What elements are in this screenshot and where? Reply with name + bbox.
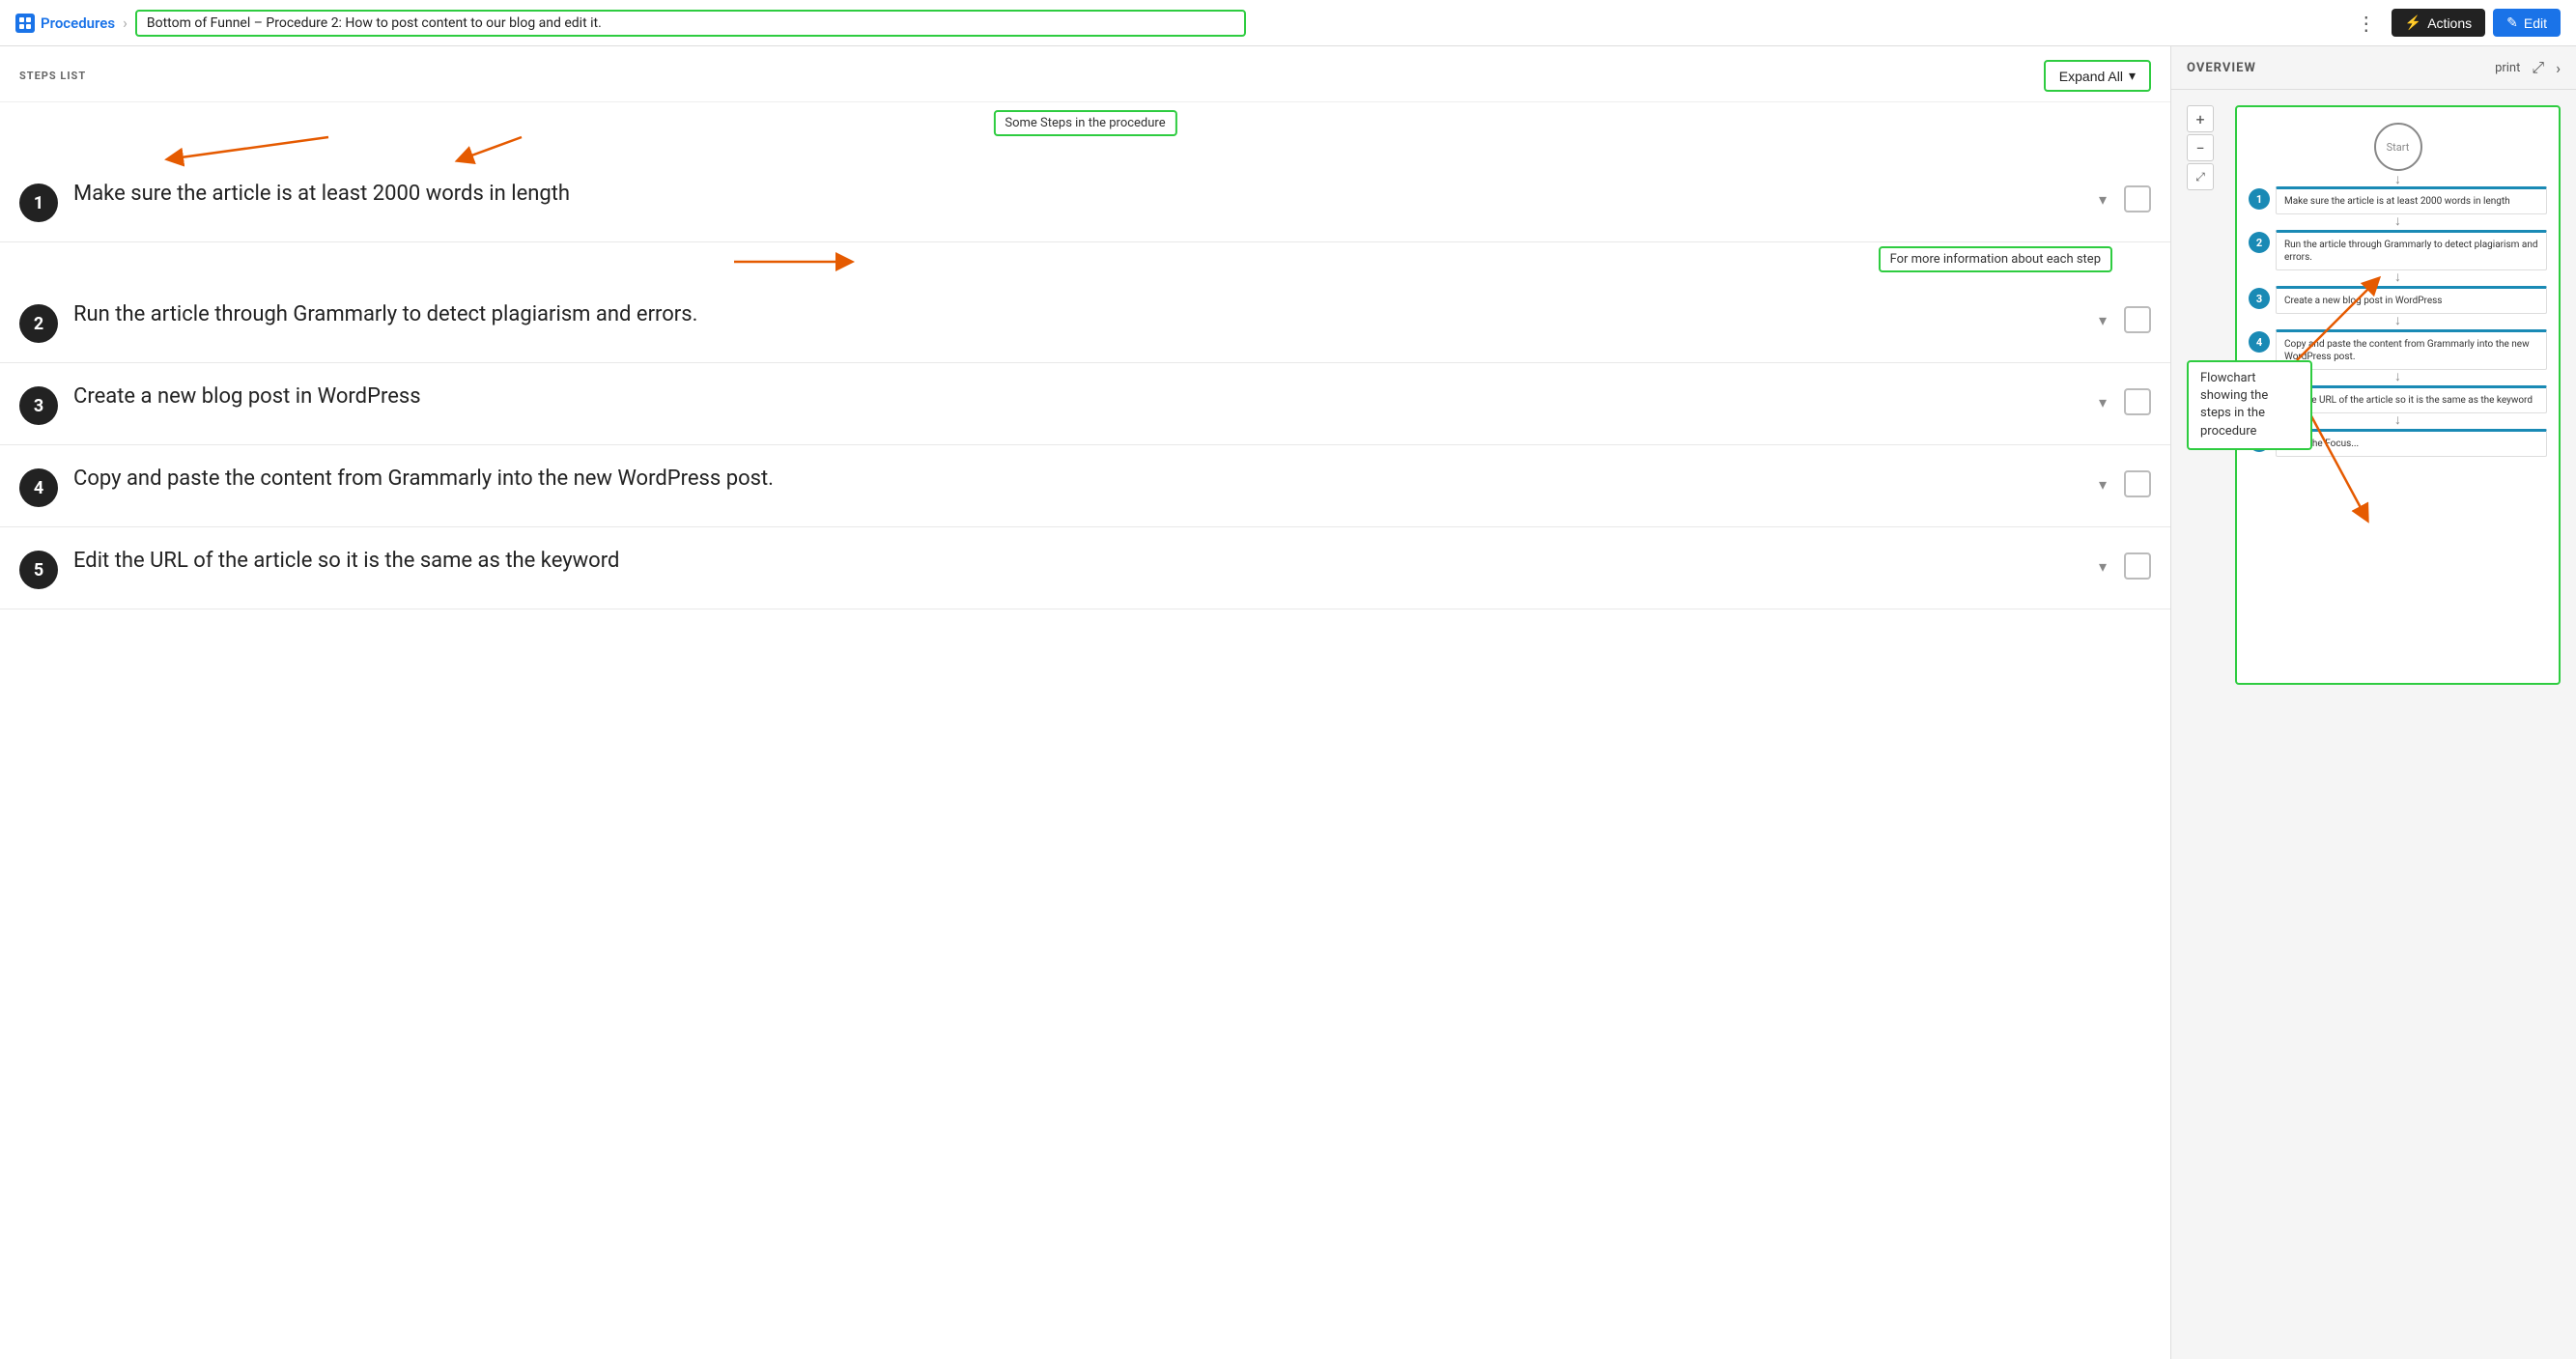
left-panel: STEPS LIST Expand All ▾ Some Steps in th… <box>0 46 2170 1359</box>
step-actions: ▾ <box>2089 465 2151 497</box>
step-checkbox[interactable] <box>2124 185 2151 212</box>
some-steps-callout: Some Steps in the procedure <box>993 110 1176 136</box>
step-expand-button[interactable]: ▾ <box>2089 388 2116 415</box>
more-info-callout: For more information about each step <box>1879 246 2112 272</box>
fc-connector: ↓ <box>2249 314 2547 327</box>
expand-all-button[interactable]: Expand All ▾ <box>2044 60 2151 92</box>
fc-start-label: Start <box>2387 141 2410 154</box>
step-actions: ▾ <box>2089 180 2151 212</box>
expand-icon[interactable]: ⤢ <box>2532 58 2544 77</box>
step-actions: ▾ <box>2089 382 2151 415</box>
zoom-in-button[interactable]: + <box>2187 105 2214 132</box>
step-number: 5 <box>19 551 58 589</box>
brand-icon <box>15 14 35 33</box>
step-text: Create a new blog post in WordPress <box>73 382 2074 411</box>
fc-step-num: 2 <box>2249 232 2270 253</box>
flowchart-area: + − ⤢ Flowchart showing the steps in the… <box>2171 90 2576 1359</box>
steps-list-label: STEPS LIST <box>19 70 86 82</box>
flowchart-controls: + − ⤢ <box>2187 105 2214 190</box>
step-expand-button[interactable]: ▾ <box>2089 306 2116 333</box>
steps-header-area: STEPS LIST Expand All ▾ Some Steps in th… <box>0 46 2170 160</box>
right-panel: OVERVIEW print ⤢ › + − ⤢ Flowchart showi… <box>2170 46 2576 1359</box>
overview-header: OVERVIEW print ⤢ › <box>2171 46 2576 90</box>
step-expand-button[interactable]: ▾ <box>2089 185 2116 212</box>
fc-step-box: Enter the Focus... <box>2276 429 2547 457</box>
some-steps-arrows <box>0 102 2170 160</box>
step-item: 2 Run the article through Grammarly to d… <box>0 281 2170 363</box>
expand-all-label: Expand All <box>2059 69 2123 84</box>
chevron-down-icon: ▾ <box>2129 68 2136 84</box>
fc-step-num: 1 <box>2249 188 2270 210</box>
fc-step-box: Make sure the article is at least 2000 w… <box>2276 186 2547 214</box>
overview-title: OVERVIEW <box>2187 61 2256 75</box>
step-checkbox[interactable] <box>2124 470 2151 497</box>
bolt-icon: ⚡ <box>2405 14 2421 31</box>
fc-step-num: 3 <box>2249 288 2270 309</box>
zoom-out-button[interactable]: − <box>2187 134 2214 161</box>
edit-icon: ✎ <box>2506 14 2518 31</box>
more-options-button[interactable]: ⋮ <box>2349 12 2384 35</box>
step-number: 2 <box>19 304 58 343</box>
step-item: 4 Copy and paste the content from Gramma… <box>0 445 2170 527</box>
flowchart-annotation: Flowchart showing the steps in the proce… <box>2187 360 2312 450</box>
fit-button[interactable]: ⤢ <box>2187 163 2214 190</box>
brand-link[interactable]: Procedures <box>15 14 115 33</box>
step-item: 5 Edit the URL of the article so it is t… <box>0 527 2170 609</box>
step-text: Edit the URL of the article so it is the… <box>73 547 2074 576</box>
fc-step-num: 4 <box>2249 331 2270 353</box>
brand-label: Procedures <box>41 14 115 32</box>
steps-header: STEPS LIST Expand All ▾ <box>0 46 2170 102</box>
breadcrumb-separator: › <box>123 14 127 32</box>
steps-list: 1 Make sure the article is at least 2000… <box>0 160 2170 609</box>
fc-connector: ↓ <box>2249 214 2547 228</box>
fc-step-box: Edit the URL of the article so it is the… <box>2276 385 2547 413</box>
step-actions: ▾ <box>2089 547 2151 580</box>
step-number: 1 <box>19 184 58 222</box>
step-checkbox[interactable] <box>2124 388 2151 415</box>
fc-start-node: Start <box>2374 123 2422 171</box>
fc-step: 2 Run the article through Grammarly to d… <box>2249 230 2547 270</box>
step-number: 3 <box>19 386 58 425</box>
step-actions: ▾ <box>2089 300 2151 333</box>
topbar: Procedures › Bottom of Funnel – Procedur… <box>0 0 2576 46</box>
page-title: Bottom of Funnel – Procedure 2: How to p… <box>135 10 1246 37</box>
fc-arrow: ↓ <box>2394 173 2401 186</box>
print-button[interactable]: print <box>2495 61 2520 75</box>
edit-label: Edit <box>2524 15 2547 31</box>
step-expand-button[interactable]: ▾ <box>2089 470 2116 497</box>
fc-connector: ↓ <box>2249 270 2547 284</box>
some-steps-annotation-area: Some Steps in the procedure <box>0 102 2170 160</box>
next-icon[interactable]: › <box>2556 59 2561 77</box>
fc-node-wrapper: 1 Make sure the article is at least 2000… <box>2249 186 2547 228</box>
fc-step-box: Copy and paste the content from Grammarl… <box>2276 329 2547 370</box>
step-checkbox[interactable] <box>2124 552 2151 580</box>
fc-node-wrapper: 3 Create a new blog post in WordPress ↓ <box>2249 286 2547 327</box>
step-number: 4 <box>19 468 58 507</box>
step-item: 3 Create a new blog post in WordPress ▾ <box>0 363 2170 445</box>
step-expand-button[interactable]: ▾ <box>2089 552 2116 580</box>
step-text: Copy and paste the content from Grammarl… <box>73 465 2074 494</box>
actions-button[interactable]: ⚡ Actions <box>2392 9 2485 37</box>
more-info-label: For more information about each step <box>1890 252 2101 267</box>
more-info-annotation-area: For more information about each step <box>0 242 2170 281</box>
overview-actions: print ⤢ › <box>2495 58 2561 77</box>
some-steps-text: Some Steps in the procedure <box>1005 116 1165 130</box>
step-text: Run the article through Grammarly to det… <box>73 300 2074 329</box>
edit-button[interactable]: ✎ Edit <box>2493 9 2561 37</box>
main-layout: STEPS LIST Expand All ▾ Some Steps in th… <box>0 46 2576 1359</box>
more-info-arrow <box>0 242 2170 281</box>
step-text: Make sure the article is at least 2000 w… <box>73 180 2074 209</box>
flowchart-annotation-text: Flowchart showing the steps in the proce… <box>2200 371 2268 439</box>
fc-step-box: Run the article through Grammarly to det… <box>2276 230 2547 270</box>
actions-label: Actions <box>2427 15 2472 31</box>
fc-node-wrapper: 2 Run the article through Grammarly to d… <box>2249 230 2547 284</box>
fc-step: 3 Create a new blog post in WordPress <box>2249 286 2547 314</box>
step-item: 1 Make sure the article is at least 2000… <box>0 160 2170 242</box>
step-checkbox[interactable] <box>2124 306 2151 333</box>
fc-step-box: Create a new blog post in WordPress <box>2276 286 2547 314</box>
fc-step: 1 Make sure the article is at least 2000… <box>2249 186 2547 214</box>
